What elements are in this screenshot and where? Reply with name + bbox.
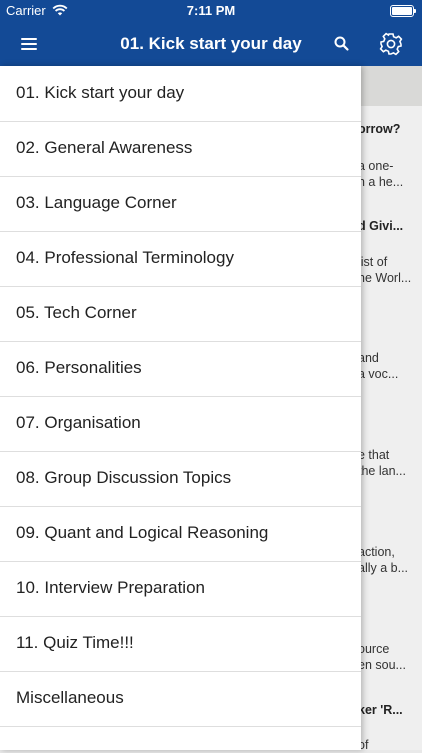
settings-button[interactable] xyxy=(376,29,406,59)
drawer-item-label: 04. Professional Terminology xyxy=(16,248,234,267)
drawer-item-miscellaneous[interactable]: Miscellaneous xyxy=(0,671,361,727)
battery-icon xyxy=(390,5,416,17)
search-icon xyxy=(334,36,349,51)
drawer-item-label: 10. Interview Preparation xyxy=(16,578,205,597)
drawer-item-professional-terminology[interactable]: 04. Professional Terminology xyxy=(0,231,361,287)
drawer-item-kick-start[interactable]: 01. Kick start your day xyxy=(0,66,361,122)
drawer-item-label: 06. Personalities xyxy=(16,358,142,377)
drawer-item-organisation[interactable]: 07. Organisation xyxy=(0,396,361,452)
drawer-item-personalities[interactable]: 06. Personalities xyxy=(0,341,361,397)
drawer-item-label: Miscellaneous xyxy=(16,688,124,707)
drawer-item-label: 08. Group Discussion Topics xyxy=(16,468,232,487)
drawer-item-label: 11. Quiz Time!!! xyxy=(16,633,134,652)
drawer-item-label: 05. Tech Corner xyxy=(16,303,137,322)
search-button[interactable] xyxy=(328,30,356,58)
drawer-item-label: 07. Organisation xyxy=(16,413,141,432)
side-drawer: 01. Kick start your day 02. General Awar… xyxy=(0,66,361,750)
navigation-bar: 01. Kick start your day xyxy=(0,22,422,66)
drawer-item-label: 02. General Awareness xyxy=(16,138,193,157)
drawer-item-label: 03. Language Corner xyxy=(16,193,177,212)
drawer-item-group-discussion[interactable]: 08. Group Discussion Topics xyxy=(0,451,361,507)
drawer-item-quant-logical[interactable]: 09. Quant and Logical Reasoning xyxy=(0,506,361,562)
drawer-item-general-awareness[interactable]: 02. General Awareness xyxy=(0,121,361,177)
drawer-item-tech-corner[interactable]: 05. Tech Corner xyxy=(0,286,361,342)
gear-icon xyxy=(379,32,403,56)
status-time: 7:11 PM xyxy=(186,3,236,18)
drawer-item-label: 09. Quant and Logical Reasoning xyxy=(16,523,269,542)
status-bar: Carrier 7:11 PM xyxy=(0,0,422,22)
page-title: 01. Kick start your day xyxy=(120,34,302,53)
drawer-item-quiz-time[interactable]: 11. Quiz Time!!! xyxy=(0,616,361,672)
drawer-item-interview-preparation[interactable]: 10. Interview Preparation xyxy=(0,561,361,617)
drawer-item-language-corner[interactable]: 03. Language Corner xyxy=(0,176,361,232)
drawer-item-label: 01. Kick start your day xyxy=(16,83,185,102)
